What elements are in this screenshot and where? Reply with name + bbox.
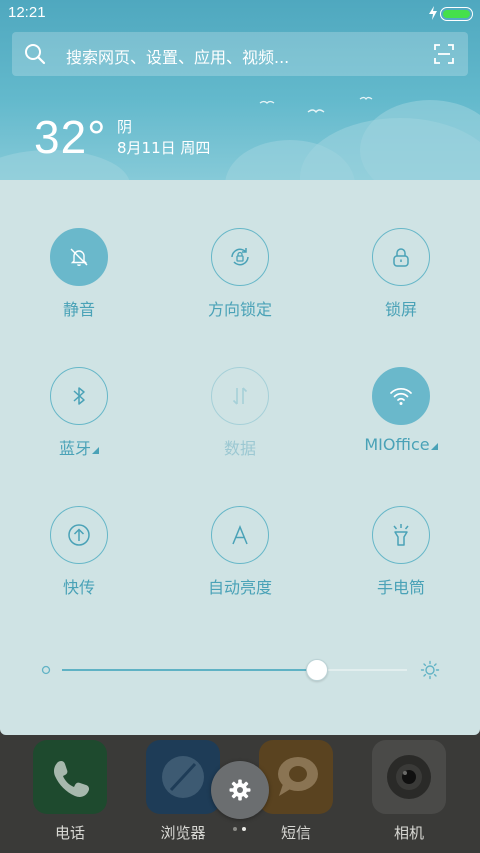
weather-condition: 阴: [117, 118, 133, 136]
tile-wifi-text: MIOffice: [364, 435, 430, 454]
weather-date: 8月11日 周四: [117, 139, 211, 157]
bluetooth-icon: [73, 387, 85, 405]
dock-app-label: 浏览器: [160, 824, 206, 842]
bell-off-icon: [70, 248, 88, 266]
submenu-indicator-icon: [430, 443, 438, 450]
share-upload-icon: [68, 524, 90, 546]
tile-bluetooth[interactable]: 蓝牙: [19, 367, 139, 477]
wifi-icon: [390, 387, 412, 405]
quick-settings-panel: 静音 方向锁定 锁屏 蓝牙 数据 MIOffice 快传 自动亮度 手电筒: [0, 180, 480, 735]
rotation-lock-icon: [231, 248, 249, 266]
flashlight-icon: [393, 524, 409, 546]
clock: 12:21: [8, 4, 46, 21]
tile-quick-share[interactable]: 快传: [19, 506, 139, 616]
birds-decoration: [259, 96, 373, 114]
dim-icon: [41, 665, 51, 675]
tile-quick-share-circle[interactable]: [50, 506, 108, 564]
submenu-indicator-icon: [92, 447, 99, 454]
tile-lock-screen-circle[interactable]: [372, 228, 430, 286]
tile-bluetooth-text: 蓝牙: [58, 439, 91, 458]
dock-app-phone[interactable]: 电话: [30, 740, 110, 850]
scan-icon[interactable]: [434, 44, 454, 64]
tile-rotation-lock-label: 方向锁定: [207, 300, 272, 319]
auto-brightness-icon: [232, 525, 248, 545]
message-icon[interactable]: [259, 740, 333, 814]
battery-indicator: [440, 7, 473, 21]
brightness-slider[interactable]: [40, 650, 440, 690]
tile-rotation-lock-circle[interactable]: [211, 228, 269, 286]
brightness-icon: [420, 660, 440, 680]
weather-header: 12:21 搜索网页、设置、应用、视频... 32° 阴 8月11日 周四: [0, 0, 480, 180]
tile-mobile-data[interactable]: 数据: [180, 367, 300, 477]
tile-flashlight-label: 手电筒: [376, 578, 425, 597]
page-dot: [233, 827, 237, 831]
phone-icon[interactable]: [33, 740, 107, 814]
tile-lock-screen-label: 锁屏: [384, 300, 417, 319]
page-indicator: [233, 827, 249, 833]
settings-button[interactable]: [211, 761, 269, 819]
tile-mobile-data-circle[interactable]: [211, 367, 269, 425]
search-bar[interactable]: 搜索网页、设置、应用、视频...: [12, 32, 468, 76]
page-dot-active: [242, 827, 246, 831]
brightness-thumb[interactable]: [306, 659, 329, 681]
tile-auto-brightness[interactable]: 自动亮度: [180, 506, 300, 616]
search-icon: [25, 44, 46, 65]
mobile-data-icon: [232, 387, 248, 405]
battery-fill: [443, 10, 470, 18]
tile-wifi-label: MIOffice: [341, 435, 461, 454]
lock-icon: [393, 248, 409, 267]
tile-auto-brightness-circle[interactable]: [211, 506, 269, 564]
tile-mobile-data-label: 数据: [223, 439, 256, 458]
search-placeholder[interactable]: 搜索网页、设置、应用、视频...: [66, 44, 289, 68]
tile-lock-screen[interactable]: 锁屏: [341, 228, 461, 338]
camera-icon[interactable]: [372, 740, 446, 814]
tile-silent[interactable]: 静音: [19, 228, 139, 338]
dock-app-label: 短信: [280, 824, 311, 842]
status-bar: 12:21: [0, 0, 480, 28]
tile-silent-label: 静音: [62, 300, 95, 319]
tile-bluetooth-label: 蓝牙: [19, 435, 139, 459]
tile-quick-share-label: 快传: [62, 578, 95, 597]
tile-flashlight[interactable]: 手电筒: [341, 506, 461, 616]
tile-silent-circle[interactable]: [50, 228, 108, 286]
tile-rotation-lock[interactable]: 方向锁定: [180, 228, 300, 338]
tile-flashlight-circle[interactable]: [372, 506, 430, 564]
brightness-track-fill: [62, 669, 318, 671]
tile-bluetooth-circle[interactable]: [50, 367, 108, 425]
dock-app-label: 电话: [54, 824, 85, 842]
bolt-icon: [429, 6, 437, 20]
tile-wifi[interactable]: MIOffice: [341, 367, 461, 477]
tile-wifi-circle[interactable]: [372, 367, 430, 425]
temperature: 32°: [34, 111, 107, 163]
dock-app-label: 相机: [393, 824, 424, 842]
dock-app-camera[interactable]: 相机: [369, 740, 449, 850]
browser-icon[interactable]: [146, 740, 220, 814]
tile-auto-brightness-label: 自动亮度: [207, 578, 272, 597]
gear-icon: [229, 779, 251, 801]
